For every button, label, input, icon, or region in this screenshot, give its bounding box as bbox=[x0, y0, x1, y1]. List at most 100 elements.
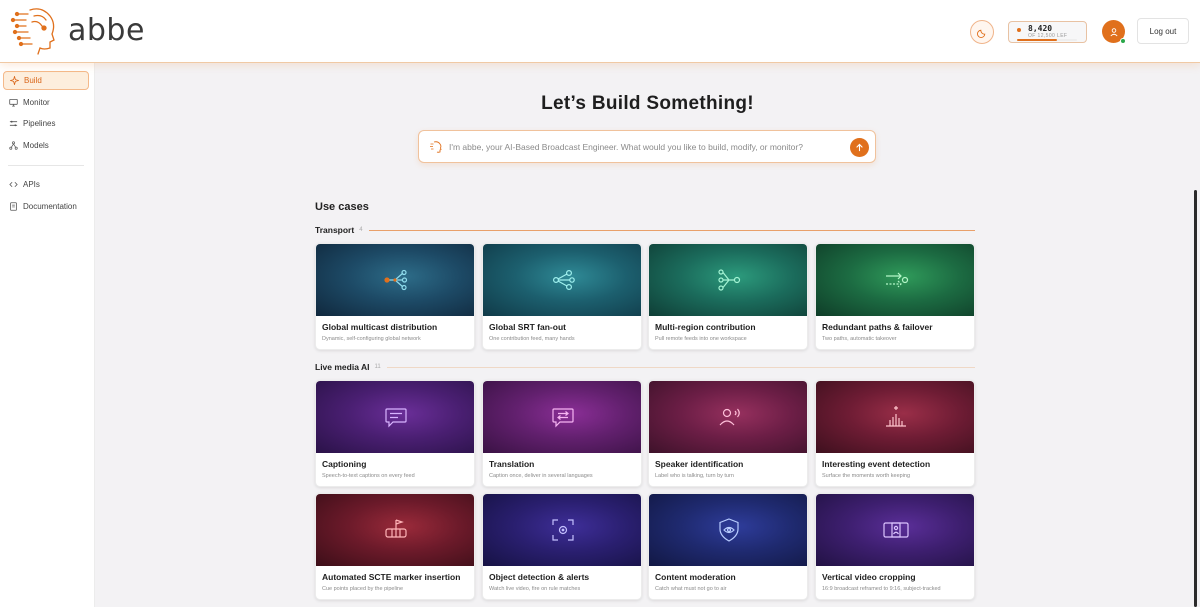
sidebar: Build Monitor Pipelines Models APIs Docu… bbox=[0, 63, 95, 607]
send-button[interactable] bbox=[850, 138, 869, 157]
sidebar-divider bbox=[8, 165, 84, 166]
brand-name: abbe bbox=[68, 12, 145, 48]
use-case-card[interactable]: Global SRT fan-out One contribution feed… bbox=[482, 243, 642, 350]
card-description: Dynamic, self-configuring global network bbox=[322, 336, 421, 342]
use-case-card[interactable]: Automated SCTE marker insertion Cue poin… bbox=[315, 493, 475, 600]
use-case-card[interactable]: Global multicast distribution Dynamic, s… bbox=[315, 243, 475, 350]
merge-contribution-icon bbox=[718, 269, 741, 291]
card-image bbox=[649, 244, 807, 316]
top-header: abbe 8,420 OF 12,500 LEF Log out bbox=[0, 0, 1200, 63]
object-detect-icon bbox=[552, 519, 574, 541]
card-image bbox=[816, 244, 974, 316]
user-avatar[interactable] bbox=[1102, 20, 1126, 44]
card-description: Caption once, deliver in several languag… bbox=[489, 473, 593, 479]
section-label: Transport bbox=[315, 225, 355, 235]
prompt-input[interactable] bbox=[449, 139, 829, 155]
moon-icon bbox=[976, 29, 985, 38]
translate-chat-icon bbox=[552, 408, 574, 428]
card-description: 16:9 broadcast reframed to 9:16, subject… bbox=[822, 586, 941, 592]
document-icon bbox=[8, 202, 18, 212]
arrow-up-icon bbox=[856, 143, 863, 152]
card-title: Content moderation bbox=[655, 572, 736, 582]
card-title: Translation bbox=[489, 459, 535, 469]
sidebar-item-label: Models bbox=[23, 141, 49, 150]
code-icon bbox=[8, 180, 18, 190]
online-status-dot bbox=[1120, 38, 1126, 44]
use-case-card[interactable]: Multi-region contribution Pull remote fe… bbox=[648, 243, 808, 350]
card-image bbox=[316, 244, 474, 316]
speaker-voice-icon bbox=[719, 408, 740, 426]
credits-dot-icon bbox=[1017, 28, 1021, 32]
share-fanout-icon bbox=[552, 269, 575, 291]
shield-eye-icon bbox=[719, 518, 739, 542]
sidebar-item-build[interactable]: Build bbox=[3, 71, 89, 90]
card-description: Speech-to-text captions on every feed bbox=[322, 473, 415, 479]
card-title: Object detection & alerts bbox=[489, 572, 590, 582]
sidebar-item-label: APIs bbox=[23, 180, 40, 189]
section-count: 4 bbox=[359, 227, 363, 233]
card-description: Cue points placed by the pipeline bbox=[322, 586, 404, 592]
monitor-icon bbox=[8, 98, 18, 108]
card-description: Watch live video, fire on rule matches bbox=[489, 586, 581, 592]
theme-toggle-button[interactable] bbox=[970, 20, 994, 44]
sidebar-item-apis[interactable]: APIs bbox=[3, 175, 89, 194]
section-header-transport: Transport 4 bbox=[315, 224, 975, 236]
use-case-card[interactable]: Object detection & alerts Watch live vid… bbox=[482, 493, 642, 600]
card-description: Label who is talking, turn by turn bbox=[655, 473, 734, 479]
card-image bbox=[316, 494, 474, 566]
page-title: Let’s Build Something! bbox=[541, 93, 754, 114]
user-icon bbox=[1109, 27, 1118, 36]
multicast-icon bbox=[384, 269, 408, 291]
card-title: Vertical video cropping bbox=[822, 572, 916, 582]
sidebar-item-monitor[interactable]: Monitor bbox=[3, 93, 89, 112]
card-description: Catch what must not go to air bbox=[655, 586, 727, 592]
section-count: 11 bbox=[374, 364, 381, 370]
credits-meter[interactable]: 8,420 OF 12,500 LEF bbox=[1008, 21, 1087, 43]
section-divider bbox=[368, 229, 975, 231]
sparkle-icon bbox=[9, 76, 19, 86]
abbe-logo-icon bbox=[10, 8, 55, 55]
card-title: Captioning bbox=[322, 459, 367, 469]
marker-flag-icon bbox=[385, 519, 407, 538]
use-case-card[interactable]: Redundant paths & failover Two paths, au… bbox=[815, 243, 975, 350]
credits-value: 8,420 bbox=[1028, 24, 1053, 33]
caption-chat-icon bbox=[385, 408, 407, 428]
card-image bbox=[649, 494, 807, 566]
card-title: Multi-region contribution bbox=[655, 322, 756, 332]
sidebar-item-documentation[interactable]: Documentation bbox=[3, 197, 89, 216]
use-case-card[interactable]: Interesting event detection Surface the … bbox=[815, 380, 975, 487]
vertical-crop-icon bbox=[883, 522, 909, 538]
use-case-card[interactable]: Vertical video cropping 16:9 broadcast r… bbox=[815, 493, 975, 600]
card-title: Speaker identification bbox=[655, 459, 744, 469]
card-description: Surface the moments worth keeping bbox=[822, 473, 911, 479]
brand-logo[interactable]: abbe bbox=[8, 2, 145, 58]
sidebar-item-label: Documentation bbox=[23, 202, 77, 211]
event-spike-icon bbox=[886, 406, 906, 427]
card-image bbox=[483, 244, 641, 316]
sidebar-item-label: Pipelines bbox=[23, 119, 56, 128]
redundant-paths-icon bbox=[886, 272, 909, 288]
card-title: Global SRT fan-out bbox=[489, 322, 566, 332]
sidebar-item-models[interactable]: Models bbox=[3, 136, 89, 155]
sidebar-item-pipelines[interactable]: Pipelines bbox=[3, 114, 89, 133]
card-title: Redundant paths & failover bbox=[822, 322, 933, 332]
abbe-avatar-icon bbox=[430, 141, 442, 153]
card-description: Pull remote feeds into one workspace bbox=[655, 336, 747, 342]
section-label: Live media AI bbox=[315, 362, 370, 372]
logout-button[interactable]: Log out bbox=[1137, 18, 1189, 44]
card-image bbox=[483, 381, 641, 453]
use-case-card[interactable]: Translation Caption once, deliver in sev… bbox=[482, 380, 642, 487]
pipeline-icon bbox=[8, 119, 18, 129]
use-case-card[interactable]: Captioning Speech-to-text captions on ev… bbox=[315, 380, 475, 487]
use-cases-heading: Use cases bbox=[315, 201, 369, 213]
prompt-box bbox=[418, 130, 876, 163]
use-case-card[interactable]: Content moderation Catch what must not g… bbox=[648, 493, 808, 600]
credits-progress-bar bbox=[1017, 39, 1077, 41]
section-divider bbox=[386, 366, 975, 368]
card-image bbox=[483, 494, 641, 566]
use-case-card[interactable]: Speaker identification Label who is talk… bbox=[648, 380, 808, 487]
sidebar-item-label: Build bbox=[24, 76, 42, 85]
card-image bbox=[816, 494, 974, 566]
credits-progress-fill bbox=[1017, 39, 1058, 41]
page-scrollbar[interactable] bbox=[1194, 190, 1197, 607]
